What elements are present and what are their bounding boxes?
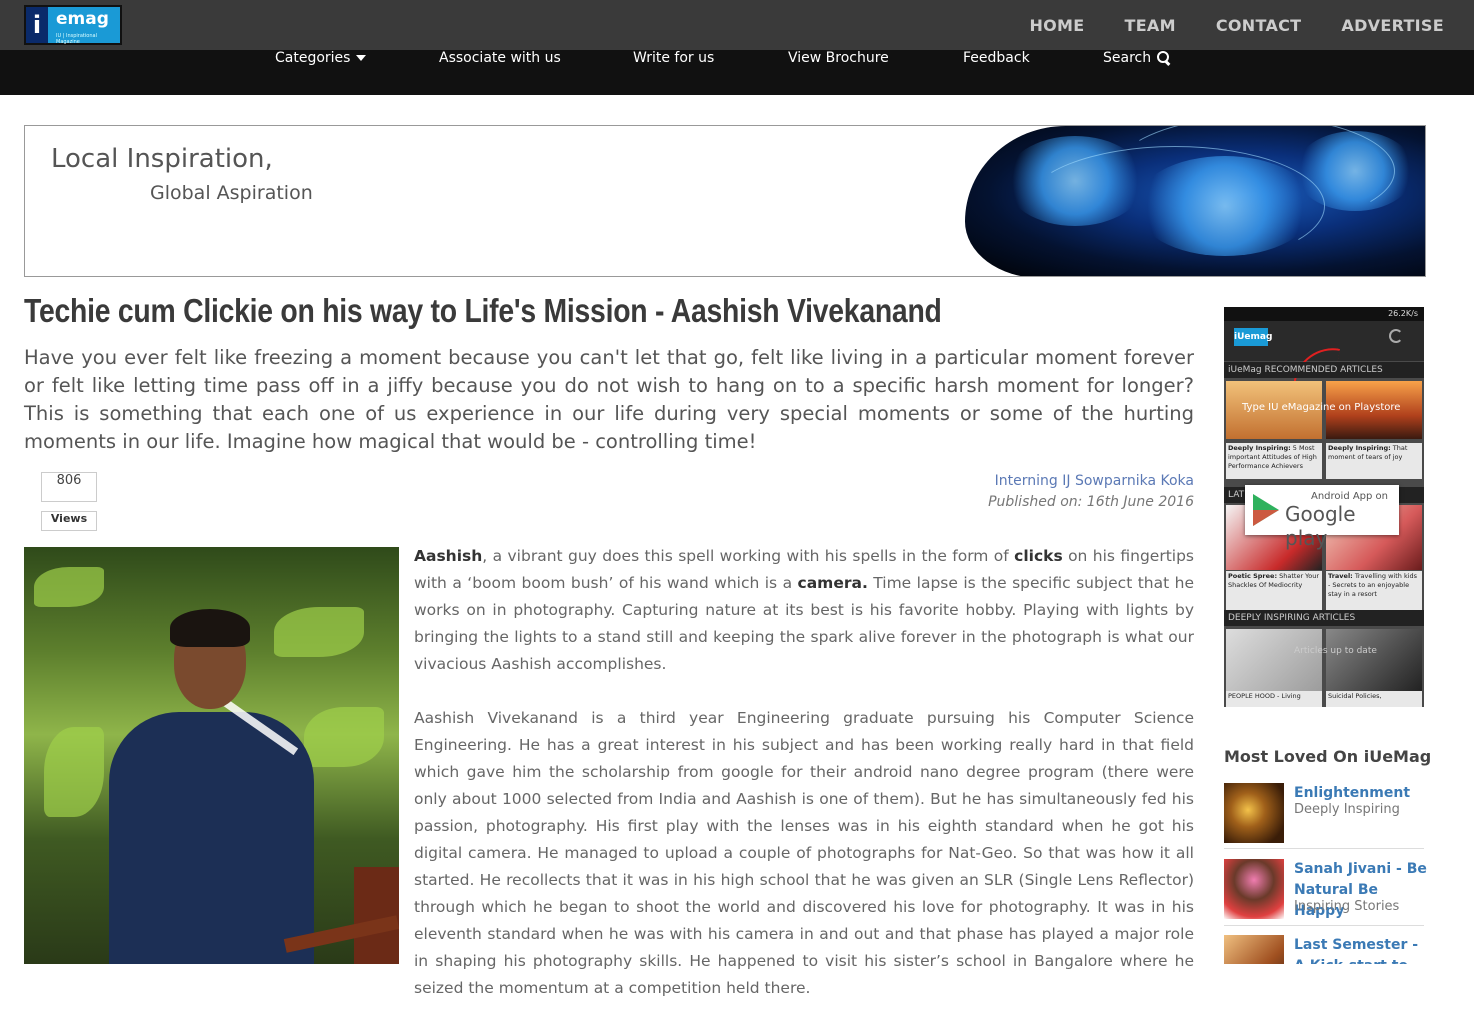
logo-letter: i (26, 7, 48, 43)
nav-write[interactable]: Write for us (633, 50, 714, 95)
phone-caption: Suicidal Policies, (1326, 691, 1422, 707)
article-thumbnail[interactable] (1224, 783, 1284, 843)
divider (1224, 848, 1424, 849)
categories-label: Categories (275, 50, 351, 66)
logo-text: emag (56, 9, 109, 29)
phone-caption: Deeply Inspiring: 5 Most important Attit… (1226, 443, 1322, 479)
text-span: , a vibrant guy does this spell working … (482, 547, 1015, 565)
article-thumbnail[interactable] (1224, 859, 1284, 919)
nav-home[interactable]: HOME (1029, 16, 1084, 35)
phone-app-logo: iUemag (1234, 328, 1272, 346)
caption-bold: Deeply Inspiring: (1328, 444, 1391, 452)
article-photo (24, 547, 399, 964)
phone-thumb (1226, 629, 1322, 691)
most-loved-category: Inspiring Stories (1294, 899, 1400, 914)
most-loved-category: Deeply Inspiring (1294, 802, 1400, 817)
most-loved-title[interactable]: Enlightenment (1294, 783, 1429, 804)
nav-categories[interactable]: Categories (275, 50, 367, 95)
nav-team[interactable]: TEAM (1124, 16, 1175, 35)
paragraph-2: Aashish Vivekanand is a third year Engin… (414, 709, 1194, 997)
bold-text: Aashish (414, 547, 483, 565)
views-label: Views (41, 511, 97, 531)
google-play-badge[interactable]: Android App on Google play (1245, 485, 1399, 550)
gplay-big-text: Google play (1285, 502, 1356, 550)
nav-search[interactable]: Search (1103, 50, 1171, 95)
photo-person-body (109, 712, 314, 964)
refresh-icon (1389, 329, 1403, 343)
phone-thumb (1326, 629, 1422, 691)
header-banner: Local Inspiration, Global Aspiration (24, 125, 1426, 277)
caption-bold: Travel: (1328, 572, 1353, 580)
bold-text: camera. (797, 574, 868, 592)
photo-foliage (34, 567, 104, 607)
most-loved-item[interactable]: Last Semester - A Kick-start to the (1224, 935, 1424, 964)
banner-line2: Global Aspiration (150, 182, 313, 204)
phone-caption: Poetic Spree: Shatter Your Shackles Of M… (1226, 571, 1322, 611)
phone-section-deeply: DEEPLY INSPIRING ARTICLES (1224, 610, 1424, 626)
photo-foliage (44, 727, 104, 817)
phone-section-recommended: iUeMag RECOMMENDED ARTICLES (1224, 362, 1424, 378)
most-loved-title[interactable]: Last Semester - A Kick-start to the (1294, 935, 1424, 964)
phone-caption: Deeply Inspiring: That moment of tears o… (1326, 443, 1422, 479)
nav-feedback[interactable]: Feedback (963, 50, 1030, 95)
site-logo[interactable]: i emag IU | Inspirational Magazine (24, 5, 122, 45)
app-promo-image[interactable]: 26.2K/s iUemag iUeMag RECOMMENDED ARTICL… (1224, 307, 1424, 707)
search-label: Search (1103, 50, 1152, 66)
phone-tip-text: Type IU eMagazine on Playstore (1242, 402, 1401, 413)
article-title: Techie cum Clickie on his way to Life's … (24, 292, 942, 329)
photo-foliage (274, 607, 364, 657)
play-store-icon-accent (1253, 510, 1279, 526)
article-body: Aashish, a vibrant guy does this spell w… (414, 543, 1194, 1029)
phone-overlay-text: Articles up to date (1294, 646, 1377, 656)
published-date: Published on: 16th June 2016 (988, 494, 1194, 510)
author-link[interactable]: Interning IJ Sowparnika Koka (995, 473, 1194, 489)
article-thumbnail[interactable] (1224, 935, 1284, 964)
most-loved-item[interactable]: Sanah Jivani - Be Natural Be Happy Inspi… (1224, 859, 1427, 926)
top-nav: HOME TEAM CONTACT ADVERTISE (989, 0, 1444, 50)
globe-image (965, 126, 1425, 276)
logo-subtext: IU | Inspirational Magazine (56, 33, 97, 45)
article-intro: Have you ever felt like freezing a momen… (24, 346, 1194, 453)
most-loved-heading: Most Loved On iUeMag (1224, 747, 1432, 766)
paragraph-1: Aashish, a vibrant guy does this spell w… (414, 543, 1194, 678)
nav-contact[interactable]: CONTACT (1216, 16, 1302, 35)
chevron-down-icon (356, 55, 367, 61)
phone-caption: PEOPLE HOOD - Living (1226, 691, 1322, 707)
caption-bold: Deeply Inspiring: (1228, 444, 1291, 452)
banner-line1: Local Inspiration, (51, 144, 273, 174)
search-icon (1157, 51, 1171, 65)
top-bar: i emag IU | Inspirational Magazine HOME … (0, 0, 1474, 50)
most-loved-item[interactable]: Enlightenment Deeply Inspiring (1224, 783, 1424, 849)
nav-advertise[interactable]: ADVERTISE (1341, 16, 1444, 35)
sub-nav: Categories Associate with us Write for u… (0, 50, 1474, 95)
divider (1224, 925, 1424, 926)
nav-brochure[interactable]: View Brochure (788, 50, 889, 95)
views-count: 806 (41, 472, 97, 502)
phone-status-bar: 26.2K/s (1224, 307, 1424, 321)
phone-caption: Travel: Travelling with kids - Secrets t… (1326, 571, 1422, 611)
gplay-small-text: Android App on (1311, 491, 1389, 502)
caption-bold: Poetic Spree: (1228, 572, 1278, 580)
nav-associate[interactable]: Associate with us (439, 50, 561, 95)
photo-foliage (304, 707, 384, 767)
photo-person-hair (170, 609, 250, 647)
bold-text: clicks (1014, 547, 1063, 565)
